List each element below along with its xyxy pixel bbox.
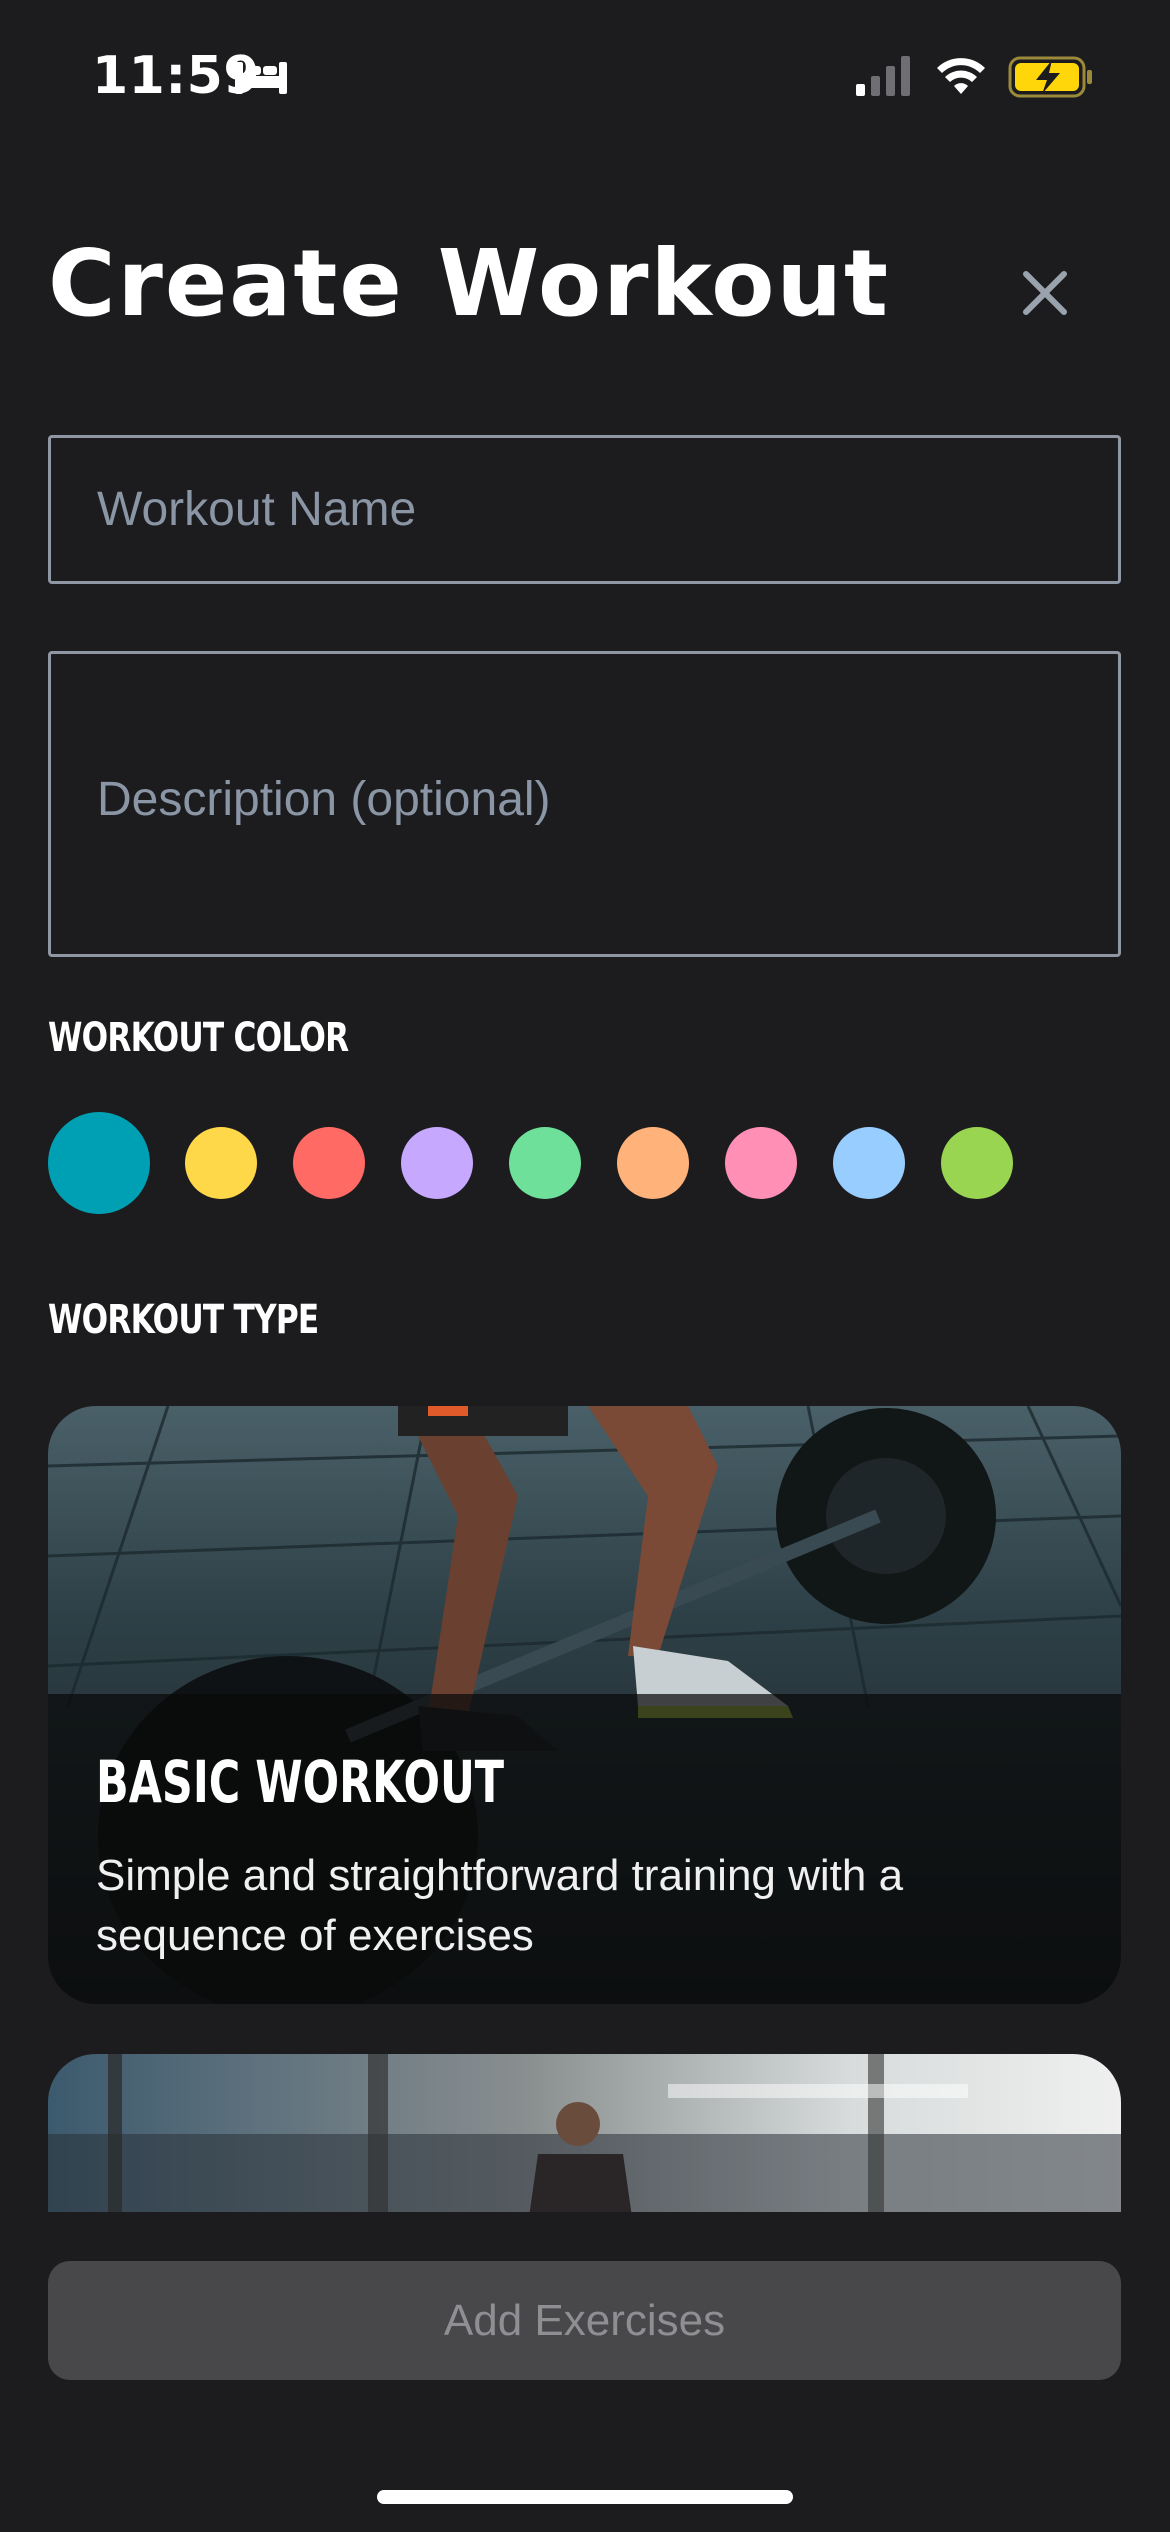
cellular-signal-icon [856,56,910,96]
card-description: Simple and straightforward training with… [96,1851,904,1960]
workout-type-label: WORKOUT TYPE [48,1297,319,1343]
wifi-icon [937,58,985,94]
add-exercises-button[interactable]: Add Exercises [48,2261,1121,2380]
workout-name-field-container [48,435,1121,584]
color-swatch-green[interactable] [509,1127,581,1199]
color-swatch-purple[interactable] [401,1127,473,1199]
color-swatch-lime[interactable] [941,1127,1013,1199]
color-swatch-blue[interactable] [833,1127,905,1199]
close-button[interactable] [1010,258,1080,328]
workout-color-label: WORKOUT COLOR [48,1015,349,1061]
color-swatch-yellow[interactable] [185,1127,257,1199]
color-swatch-pink[interactable] [725,1127,797,1199]
page-title: Create Workout [48,230,890,337]
description-input[interactable] [51,654,1118,954]
status-bar: 11:59 [0,0,1170,150]
description-field-container [48,651,1121,957]
workout-type-list[interactable]: BASIC WORKOUT Simple and straightforward… [0,1400,1170,2212]
color-swatch-red[interactable] [293,1127,365,1199]
color-swatch-teal[interactable] [48,1112,150,1214]
home-indicator [377,2490,793,2504]
color-swatch-orange[interactable] [617,1127,689,1199]
workout-name-input[interactable] [51,438,1118,581]
card-title: BASIC WORKOUT [96,1748,505,1816]
battery-charging-icon [1008,56,1092,98]
second-workout-card[interactable] [48,2054,1121,2212]
basic-workout-card[interactable]: BASIC WORKOUT Simple and straightforward… [48,1406,1121,2004]
bed-icon [235,62,287,94]
gym-photo [48,2054,1121,2212]
close-icon [1023,271,1067,315]
